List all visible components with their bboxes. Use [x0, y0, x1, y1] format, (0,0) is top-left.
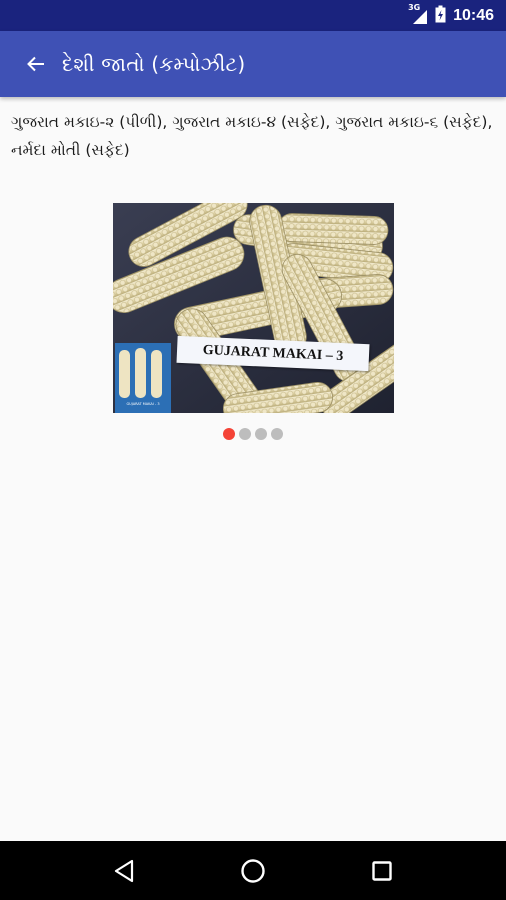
slider-indicator: [223, 428, 283, 440]
navigation-bar: [0, 841, 506, 900]
inset-caption: GUJARAT MAKAI - 3: [126, 402, 160, 406]
slider-dot[interactable]: [223, 428, 235, 440]
nav-back-icon: [115, 859, 134, 882]
page-title: દેશી જાતો (કમ્પોઝીટ): [62, 52, 246, 76]
nav-recents-button[interactable]: [358, 847, 406, 895]
arrow-back-icon: [27, 56, 44, 72]
status-time: 10:46: [453, 6, 494, 24]
back-button[interactable]: [14, 42, 58, 86]
signal-icon: 3G: [408, 3, 428, 25]
nav-home-icon: [241, 858, 265, 883]
varieties-text: ગુજરાત મકાઇ-૨ (પીળી), ગુજરાત મકાઇ-૪ (સફે…: [11, 113, 493, 159]
network-type: 3G: [408, 2, 421, 12]
slider-dot[interactable]: [239, 428, 251, 440]
slider-dot[interactable]: [255, 428, 267, 440]
corn-image: [113, 203, 394, 413]
battery-icon: [435, 5, 446, 27]
slider-dot[interactable]: [271, 428, 283, 440]
status-bar: 3G 10:46: [0, 0, 506, 31]
nav-home-button[interactable]: [229, 847, 277, 895]
nav-recents-icon: [371, 860, 392, 881]
nav-back-button[interactable]: [100, 847, 148, 895]
image-slider[interactable]: GUJARAT MAKAI – 3 GUJARAT MAKAI - 3: [113, 203, 394, 413]
app-bar: દેશી જાતો (કમ્પોઝીટ): [0, 31, 506, 97]
